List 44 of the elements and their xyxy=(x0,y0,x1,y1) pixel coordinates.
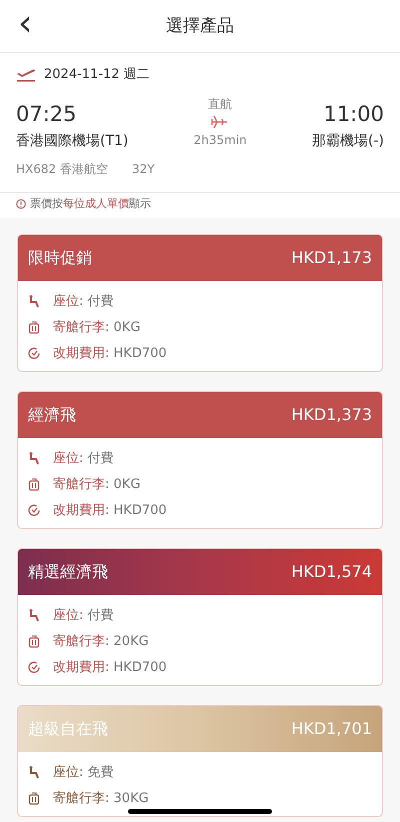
feature-text: 座位: 付費 xyxy=(53,450,114,468)
product-price: HKD1,701 xyxy=(291,718,372,740)
product-name: 超級自在飛 xyxy=(28,718,108,740)
feature-text: 改期費用: HKD700 xyxy=(53,344,167,363)
luggage-icon xyxy=(28,635,41,648)
arrival-time: 11:00 xyxy=(322,100,384,126)
clock-icon xyxy=(28,504,41,517)
feature-text: 改期費用: HKD700 xyxy=(53,502,167,520)
luggage-icon xyxy=(28,792,41,805)
arrival-airport: 那霸機場(-) xyxy=(312,132,384,150)
seat-icon xyxy=(28,452,41,465)
seat-icon xyxy=(28,295,41,308)
feature-text: 寄艙行李: 30KG xyxy=(53,790,149,808)
flight-duration: 2h35min xyxy=(194,132,247,148)
info-icon xyxy=(16,199,26,210)
seat-icon xyxy=(28,609,41,622)
feature-text: 座位: 付費 xyxy=(53,606,114,625)
departure-time: 07:25 xyxy=(16,100,78,126)
cabin-class: 32Y xyxy=(132,160,155,178)
feature-text: 寄艙行李: 20KG xyxy=(53,632,149,651)
direct-label: 直航 xyxy=(208,96,232,112)
product-name: 限時促銷 xyxy=(28,246,92,268)
product-name: 經濟飛 xyxy=(28,404,76,426)
product-price: HKD1,173 xyxy=(291,246,372,268)
luggage-icon xyxy=(28,478,41,491)
page-title: 選擇產品 xyxy=(166,15,234,38)
takeoff-icon xyxy=(16,66,36,83)
product-price: HKD1,373 xyxy=(291,404,372,426)
clock-icon xyxy=(28,661,41,674)
product-price: HKD1,574 xyxy=(291,560,372,582)
feature-text: 寄艙行李: 0KG xyxy=(53,318,140,337)
back-button[interactable]: ‹ xyxy=(14,6,36,42)
product-name: 精選經濟飛 xyxy=(28,560,108,582)
seat-icon xyxy=(28,766,41,779)
feature-text: 改期費用: HKD700 xyxy=(53,658,167,677)
notice-text: 票價按每位成人單價顯示 xyxy=(30,196,151,212)
luggage-icon xyxy=(28,321,41,334)
feature-text: 寄艙行李: 0KG xyxy=(53,476,140,494)
clock-icon xyxy=(28,347,41,360)
flight-number: HX682 香港航空 xyxy=(16,160,108,178)
feature-text: 座位: 付費 xyxy=(53,292,114,311)
departure-airport: 香港國際機場(T1) xyxy=(16,132,128,150)
flight-date: 2024-11-12 週二 xyxy=(44,66,150,84)
feature-text: 座位: 免費 xyxy=(53,764,114,782)
